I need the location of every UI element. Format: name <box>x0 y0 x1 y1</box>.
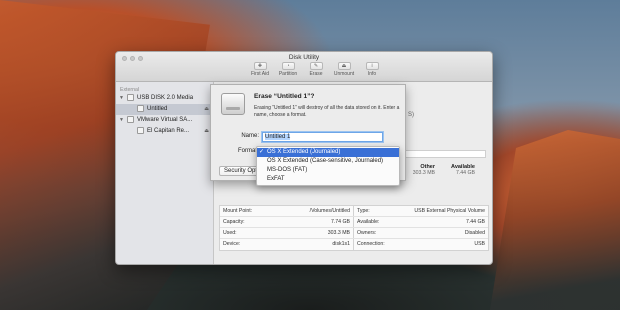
sidebar-item-usb-disk[interactable]: ▼ USB DISK 2.0 Media <box>116 93 213 104</box>
info-value: USB <box>474 241 485 247</box>
sidebar-item-vmware[interactable]: ▼ VMware Virtual SA... <box>116 115 213 126</box>
usage-available: Available 7.44 GB <box>443 164 475 176</box>
disclosure-triangle-icon[interactable]: ▼ <box>119 115 124 126</box>
info-key: Owners: <box>357 230 377 236</box>
info-button[interactable]: i Info <box>360 62 384 77</box>
toolbar-label: First Aid <box>250 71 270 77</box>
info-cell: Used: 303.3 MB <box>220 228 354 238</box>
info-cell: Available: 7.44 GB <box>354 217 488 227</box>
eject-icon: ⏏ <box>337 62 351 70</box>
format-option-ms-dos-fat[interactable]: MS-DOS (FAT) <box>257 166 399 175</box>
sidebar-item-untitled[interactable]: Untitled ⏏ <box>116 104 213 115</box>
usage-other-value: 303.3 MB <box>412 170 435 176</box>
pie-chart-icon: ◔ <box>281 62 295 70</box>
toolbar-label: Erase <box>309 71 323 77</box>
format-option-os-x-extended-case-sensitive[interactable]: OS X Extended (Case-sensitive, Journaled… <box>257 157 399 166</box>
info-key: Connection: <box>357 241 385 247</box>
name-label: Name: <box>241 133 259 139</box>
volume-format-fragment: S) <box>408 112 414 118</box>
format-option-label: OS X Extended (Case-sensitive, Journaled… <box>267 158 384 164</box>
checkmark-icon: ✓ <box>259 149 265 155</box>
format-dropdown-menu: ✓ OS X Extended (Journaled) OS X Extended… <box>256 146 400 186</box>
security-options-button[interactable]: Security Options... <box>219 166 259 176</box>
info-key: Mount Point: <box>223 208 253 214</box>
info-cell: Capacity: 7.74 GB <box>220 217 354 227</box>
titlebar: Disk Utility ✚ First Aid ◔ Partition ✎ Eras… <box>116 52 492 82</box>
format-option-label: ExFAT <box>267 176 285 182</box>
info-row: Used: 303.3 MB Owners: Disabled <box>220 228 488 239</box>
info-row: Device: disk1s1 Connection: USB <box>220 239 488 250</box>
sidebar-item-label: USB DISK 2.0 Media <box>137 95 194 101</box>
volume-icon <box>137 104 144 112</box>
sidebar-item-label: VMware Virtual SA... <box>137 117 193 123</box>
unmount-button[interactable]: ⏏ Unmount <box>332 62 356 77</box>
sheet-title: Erase “Untitled 1”? <box>254 93 315 100</box>
eject-icon[interactable]: ⏏ <box>204 104 209 115</box>
info-key: Used: <box>223 230 237 236</box>
sidebar-item-label: El Capitan Re... <box>147 128 190 134</box>
disk-icon <box>221 93 245 115</box>
sidebar: External ▼ USB DISK 2.0 Media Untitled ⏏… <box>116 82 214 264</box>
name-field[interactable]: Untitled 1 <box>262 132 383 142</box>
info-value: 7.74 GB <box>330 219 350 225</box>
info-cell: Type: USB External Physical Volume <box>354 206 488 216</box>
window-title: Disk Utility <box>288 54 320 61</box>
toolbar: ✚ First Aid ◔ Partition ✎ Erase ⏏ Unmount iI… <box>248 62 384 77</box>
info-icon: i <box>365 62 379 70</box>
sidebar-item-el-capitan[interactable]: El Capitan Re... ⏏ <box>116 126 213 137</box>
name-field-value: Untitled 1 <box>265 134 291 140</box>
format-option-exfat[interactable]: ExFAT <box>257 175 399 184</box>
info-key: Device: <box>223 241 241 247</box>
sidebar-item-label: Untitled <box>147 106 168 112</box>
disclosure-triangle-icon[interactable]: ▼ <box>119 93 124 104</box>
sheet-description: Erasing “Untitled 1” will destroy of all… <box>254 105 400 118</box>
toolbar-label: Partition <box>278 71 298 77</box>
partition-button[interactable]: ◔ Partition <box>276 62 300 77</box>
format-option-label: OS X Extended (Journaled) <box>267 149 341 155</box>
info-cell: Device: disk1s1 <box>220 239 354 250</box>
info-key: Available: <box>357 219 380 225</box>
format-option-os-x-extended-journaled[interactable]: ✓ OS X Extended (Journaled) <box>257 148 399 157</box>
external-disk-icon <box>127 93 134 101</box>
info-cell: Owners: Disabled <box>354 228 488 238</box>
info-value: 303.3 MB <box>327 230 350 236</box>
toolbar-label: Info <box>367 71 377 77</box>
sidebar-section-header: External <box>120 87 140 93</box>
format-option-label: MS-DOS (FAT) <box>267 167 308 173</box>
info-value: 7.44 GB <box>465 219 485 225</box>
info-cell: Connection: USB <box>354 239 488 250</box>
info-table: Mount Point: /Volumes/Untitled Type: USB E… <box>219 205 489 251</box>
info-row: Mount Point: /Volumes/Untitled Type: USB E… <box>220 206 488 217</box>
info-value: /Volumes/Untitled <box>309 208 350 214</box>
external-disk-icon <box>127 115 134 123</box>
volume-icon <box>137 126 144 134</box>
info-value: USB External Physical Volume <box>414 208 485 214</box>
format-label: Format <box>237 148 257 154</box>
info-key: Type: <box>357 208 370 214</box>
stethoscope-icon: ✚ <box>253 62 267 70</box>
eject-icon[interactable]: ⏏ <box>204 126 209 137</box>
toolbar-label: Unmount <box>333 71 355 77</box>
erase-button[interactable]: ✎ Erase <box>304 62 328 77</box>
info-row: Capacity: 7.74 GB Available: 7.44 GB <box>220 217 488 228</box>
usage-available-value: 7.44 GB <box>455 170 475 176</box>
eraser-icon: ✎ <box>309 62 323 70</box>
info-value: disk1s1 <box>332 241 350 247</box>
info-key: Capacity: <box>223 219 245 225</box>
info-cell: Mount Point: /Volumes/Untitled <box>220 206 354 216</box>
desktop-cliff-right <box>490 130 620 310</box>
first-aid-button[interactable]: ✚ First Aid <box>248 62 272 77</box>
info-value: Disabled <box>464 230 485 236</box>
